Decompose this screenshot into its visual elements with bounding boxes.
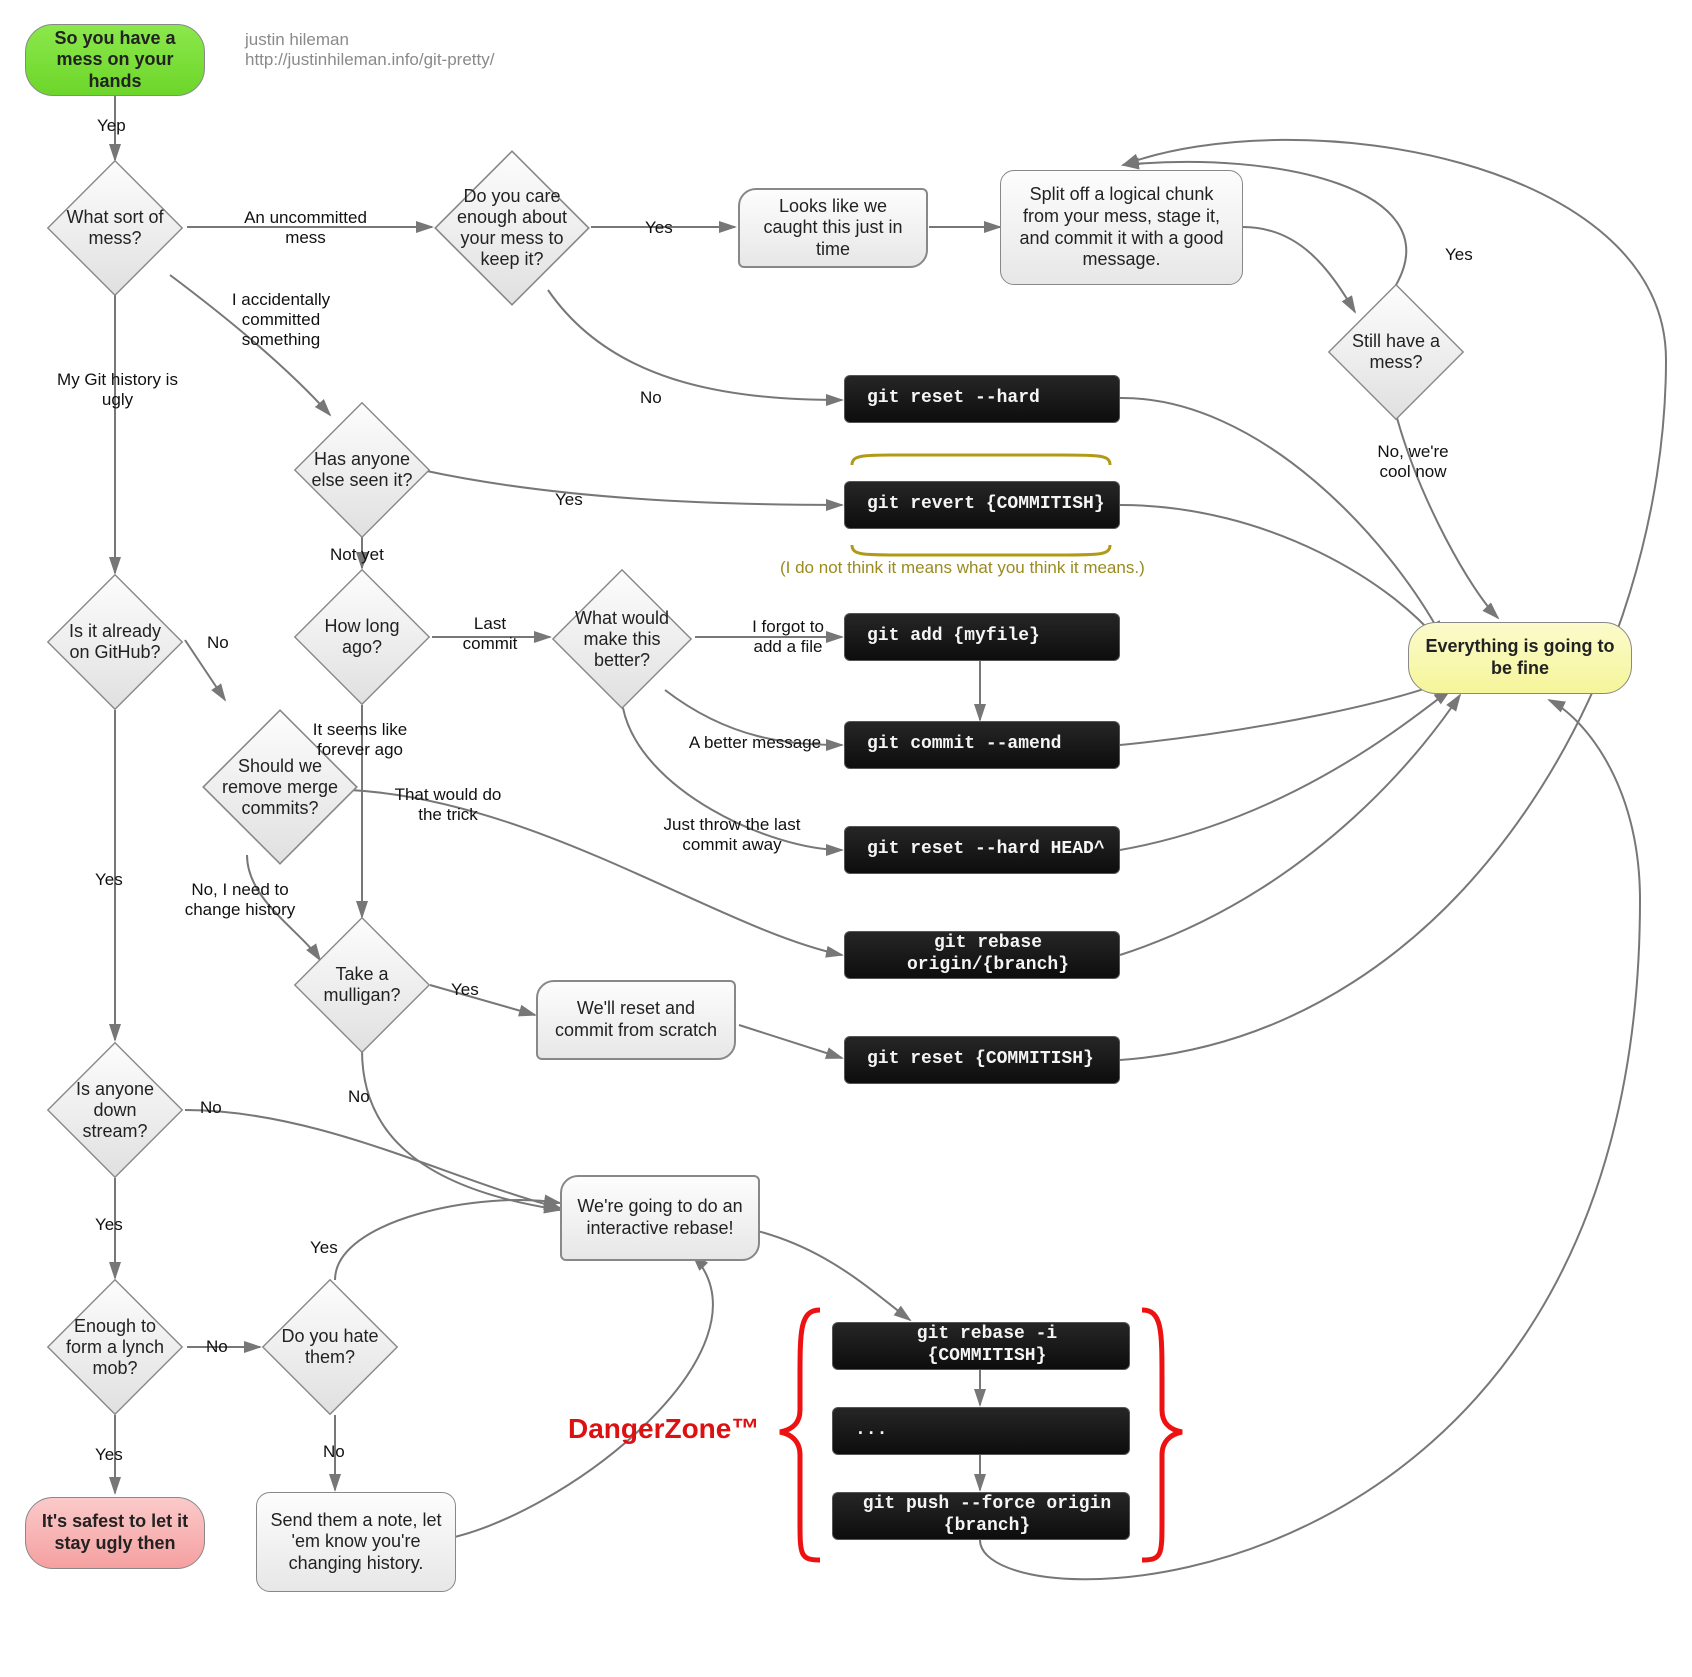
label-uncommitted: An uncommitted mess	[228, 208, 383, 248]
cmd-ellipsis: ...	[832, 1407, 1130, 1455]
decision-sort: What sort of mess?	[45, 158, 185, 298]
statement-interactive: We're going to do an interactive rebase!	[560, 1175, 760, 1261]
label-mulliganyes: Yes	[451, 980, 479, 1000]
label-downyes: Yes	[95, 1215, 123, 1235]
cmd-rebaseorigin: git rebase origin/{branch}	[844, 931, 1120, 979]
decision-mulligan: Take a mulligan?	[292, 915, 432, 1055]
terminal-fine: Everything is going to be fine	[1408, 622, 1632, 694]
label-accidentally: I accidentally committed something	[206, 290, 356, 350]
decision-care: Do you care enough about your mess to ke…	[432, 148, 592, 308]
annotation-revertnote: (I do not think it means what you think …	[780, 558, 1145, 578]
statement-caught: Looks like we caught this just in time	[738, 188, 928, 268]
cmd-resethard: git reset --hard	[844, 375, 1120, 423]
label-throwaway: Just throw the last commit away	[652, 815, 812, 855]
label-githubno: No	[207, 633, 229, 653]
label-yep: Yep	[97, 116, 126, 136]
label-notyet: Not yet	[330, 545, 384, 565]
label-historyugly: My Git history is ugly	[50, 370, 185, 410]
decision-better: What would make this better?	[550, 567, 694, 711]
cmd-amend: git commit --amend	[844, 721, 1120, 769]
label-hateno: No	[323, 1442, 345, 1462]
terminal-safest: It's safest to let it stay ugly then	[25, 1497, 205, 1569]
cmd-add: git add {myfile}	[844, 613, 1120, 661]
decision-github: Is it already on GitHub?	[45, 572, 185, 712]
label-githubyes: Yes	[95, 870, 123, 890]
decision-seen: Has anyone else seen it?	[292, 400, 432, 540]
cmd-rebaseinteractive: git rebase -i {COMMITISH}	[832, 1322, 1130, 1370]
label-mergetrick: That would do the trick	[388, 785, 508, 825]
process-splitoff: Split off a logical chunk from your mess…	[1000, 170, 1243, 285]
label-changehistory: No, I need to change history	[175, 880, 305, 920]
flowchart-canvas: justin hileman http://justinhileman.info…	[0, 0, 1692, 1677]
label-bettermsg: A better message	[680, 733, 830, 753]
decision-lynchmob: Enough to form a lynch mob?	[45, 1277, 185, 1417]
label-hateyes: Yes	[310, 1238, 338, 1258]
label-forgotfile: I forgot to add a file	[738, 617, 838, 657]
label-mobno: No	[206, 1337, 228, 1357]
cmd-revert: git revert {COMMITISH}	[844, 481, 1120, 529]
decision-downstream: Is anyone down stream?	[45, 1040, 185, 1180]
terminal-start: So you have a mess on your hands	[25, 24, 205, 96]
author-credit: justin hileman http://justinhileman.info…	[245, 30, 494, 70]
statement-resetcommit: We'll reset and commit from scratch	[536, 980, 736, 1060]
process-sendnote: Send them a note, let 'em know you're ch…	[256, 1492, 456, 1592]
annotation-dangerzone: DangerZone™	[568, 1413, 759, 1445]
label-downno: No	[200, 1098, 222, 1118]
decision-stillmess: Still have a mess?	[1326, 282, 1466, 422]
label-stillyes: Yes	[1445, 245, 1473, 265]
decision-hatethem: Do you hate them?	[260, 1277, 400, 1417]
cmd-forcepush: git push --force origin {branch}	[832, 1492, 1130, 1540]
label-stillno: No, we're cool now	[1368, 442, 1458, 482]
label-careyes: Yes	[645, 218, 673, 238]
label-lastcommit: Last commit	[450, 614, 530, 654]
label-careno: No	[640, 388, 662, 408]
decision-howlong: How long ago?	[292, 567, 432, 707]
label-mobyes: Yes	[95, 1445, 123, 1465]
cmd-resetheadcaret: git reset --hard HEAD^	[844, 826, 1120, 874]
label-forever: It seems like forever ago	[295, 720, 425, 760]
label-mulliganno: No	[348, 1087, 370, 1107]
cmd-resetcommitish: git reset {COMMITISH}	[844, 1036, 1120, 1084]
label-seenyes: Yes	[555, 490, 583, 510]
